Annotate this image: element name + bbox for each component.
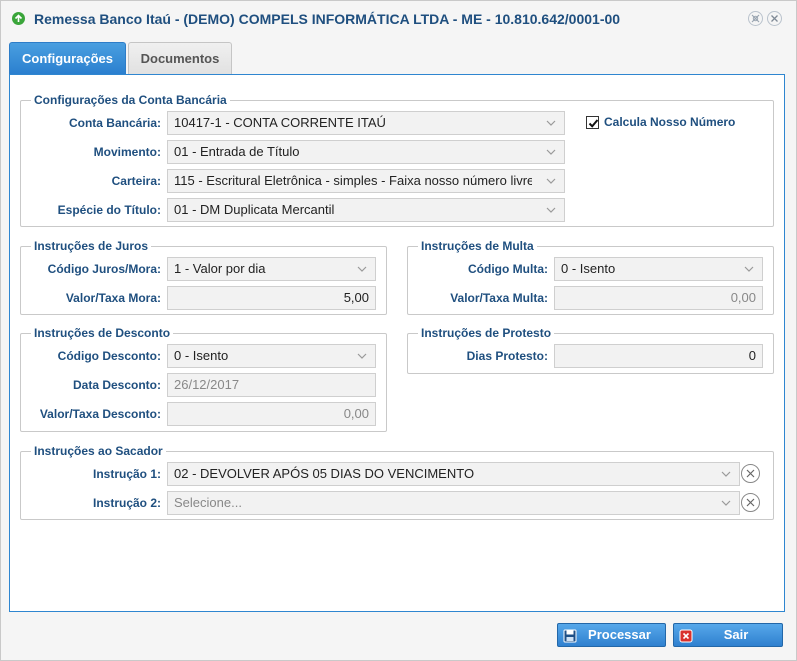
minimize-icon[interactable] bbox=[748, 11, 763, 26]
chevron-down-icon bbox=[546, 207, 556, 213]
close-icon[interactable] bbox=[767, 11, 782, 26]
chevron-down-icon bbox=[546, 149, 556, 155]
calcula-nosso-numero-checkbox[interactable] bbox=[586, 116, 599, 129]
instrucao-1-value: 02 - DEVOLVER APÓS 05 DIAS DO VENCIMENTO bbox=[174, 466, 475, 481]
calcula-nosso-numero-label[interactable]: Calcula Nosso Número bbox=[604, 111, 735, 133]
dialog-window: Remessa Banco Itaú - (DEMO) COMPELS INFO… bbox=[0, 0, 797, 661]
chevron-down-icon bbox=[546, 178, 556, 184]
instrucao-2-label: Instrução 2: bbox=[92, 496, 161, 510]
codigo-desconto-label: Código Desconto: bbox=[57, 349, 161, 363]
codigo-desconto-value: 0 - Isento bbox=[174, 348, 229, 363]
processar-button[interactable]: Processar bbox=[557, 623, 666, 647]
dias-protesto-label: Dias Protesto: bbox=[466, 349, 548, 363]
codigo-desconto-select[interactable]: 0 - Isento bbox=[167, 344, 376, 368]
data-desconto-label: Data Desconto: bbox=[72, 378, 161, 392]
valor-taxa-desconto-label: Valor/Taxa Desconto: bbox=[39, 407, 161, 421]
data-desconto-input[interactable]: 26/12/2017 bbox=[167, 373, 376, 397]
chevron-down-icon bbox=[721, 500, 731, 506]
movimento-select[interactable]: 01 - Entrada de Título bbox=[167, 140, 565, 164]
chevron-down-icon bbox=[721, 471, 731, 477]
sacador-group: Instruções ao Sacador Instrução 1: 02 - … bbox=[20, 444, 774, 520]
dias-protesto-input[interactable]: 0 bbox=[554, 344, 763, 368]
carteira-label: Carteira: bbox=[111, 174, 161, 188]
tab-documentos[interactable]: Documentos bbox=[128, 42, 232, 74]
conta-bancaria-select[interactable]: 10417-1 - CONTA CORRENTE ITAÚ bbox=[167, 111, 565, 135]
chevron-down-icon bbox=[546, 120, 556, 126]
codigo-juros-label: Código Juros/Mora: bbox=[47, 262, 161, 276]
clear-instrucao-2-icon[interactable] bbox=[741, 493, 760, 512]
checkmark-icon bbox=[588, 119, 599, 128]
codigo-juros-value: 1 - Valor por dia bbox=[174, 261, 266, 276]
instrucao-1-select[interactable]: 02 - DEVOLVER APÓS 05 DIAS DO VENCIMENTO bbox=[167, 462, 740, 486]
sair-button[interactable]: Sair bbox=[673, 623, 783, 647]
window-title: Remessa Banco Itaú - (DEMO) COMPELS INFO… bbox=[34, 11, 621, 27]
desconto-group: Instruções de Desconto Código Desconto: … bbox=[20, 326, 387, 432]
app-status-icon bbox=[12, 12, 25, 25]
conta-bancaria-value: 10417-1 - CONTA CORRENTE ITAÚ bbox=[174, 115, 386, 130]
valor-taxa-multa-label: Valor/Taxa Multa: bbox=[450, 291, 548, 305]
juros-group: Instruções de Juros Código Juros/Mora: 1… bbox=[20, 239, 387, 315]
sair-label: Sair bbox=[723, 627, 749, 642]
especie-titulo-select[interactable]: 01 - DM Duplicata Mercantil bbox=[167, 198, 565, 222]
especie-titulo-label: Espécie do Título: bbox=[57, 203, 161, 217]
protesto-legend: Instruções de Protesto bbox=[418, 326, 555, 340]
instrucao-2-select[interactable]: Selecione... bbox=[167, 491, 740, 515]
movimento-value: 01 - Entrada de Título bbox=[174, 144, 300, 159]
instrucao-2-placeholder: Selecione... bbox=[174, 495, 242, 510]
title-bar: Remessa Banco Itaú - (DEMO) COMPELS INFO… bbox=[1, 1, 796, 37]
chevron-down-icon bbox=[357, 353, 367, 359]
instrucao-1-label: Instrução 1: bbox=[92, 467, 161, 481]
valor-taxa-mora-input[interactable]: 5,00 bbox=[167, 286, 376, 310]
conta-bancaria-group: Configurações da Conta Bancária Conta Ba… bbox=[20, 93, 774, 227]
protesto-group: Instruções de Protesto Dias Protesto: 0 bbox=[407, 326, 774, 374]
tab-configuracoes[interactable]: Configurações bbox=[9, 42, 126, 74]
configuracoes-panel: Configurações da Conta Bancária Conta Ba… bbox=[9, 74, 785, 612]
codigo-multa-value: 0 - Isento bbox=[561, 261, 616, 276]
sacador-legend: Instruções ao Sacador bbox=[31, 444, 166, 458]
codigo-multa-select[interactable]: 0 - Isento bbox=[554, 257, 763, 281]
conta-bancaria-legend: Configurações da Conta Bancária bbox=[31, 93, 230, 107]
juros-legend: Instruções de Juros bbox=[31, 239, 152, 253]
multa-group: Instruções de Multa Código Multa: 0 - Is… bbox=[407, 239, 774, 315]
conta-bancaria-label: Conta Bancária: bbox=[68, 116, 161, 130]
processar-label: Processar bbox=[588, 627, 651, 642]
chevron-down-icon bbox=[357, 266, 367, 272]
clear-instrucao-1-icon[interactable] bbox=[741, 464, 760, 483]
chevron-down-icon bbox=[744, 266, 754, 272]
multa-legend: Instruções de Multa bbox=[418, 239, 537, 253]
codigo-juros-select[interactable]: 1 - Valor por dia bbox=[167, 257, 376, 281]
codigo-multa-label: Código Multa: bbox=[468, 262, 548, 276]
valor-taxa-multa-input[interactable]: 0,00 bbox=[554, 286, 763, 310]
valor-taxa-mora-label: Valor/Taxa Mora: bbox=[65, 291, 161, 305]
carteira-value: 115 - Escritural Eletrônica - simples - … bbox=[174, 173, 532, 188]
valor-taxa-desconto-input[interactable]: 0,00 bbox=[167, 402, 376, 426]
movimento-label: Movimento: bbox=[93, 145, 161, 159]
especie-titulo-value: 01 - DM Duplicata Mercantil bbox=[174, 202, 335, 217]
carteira-select[interactable]: 115 - Escritural Eletrônica - simples - … bbox=[167, 169, 565, 193]
desconto-legend: Instruções de Desconto bbox=[31, 326, 174, 340]
